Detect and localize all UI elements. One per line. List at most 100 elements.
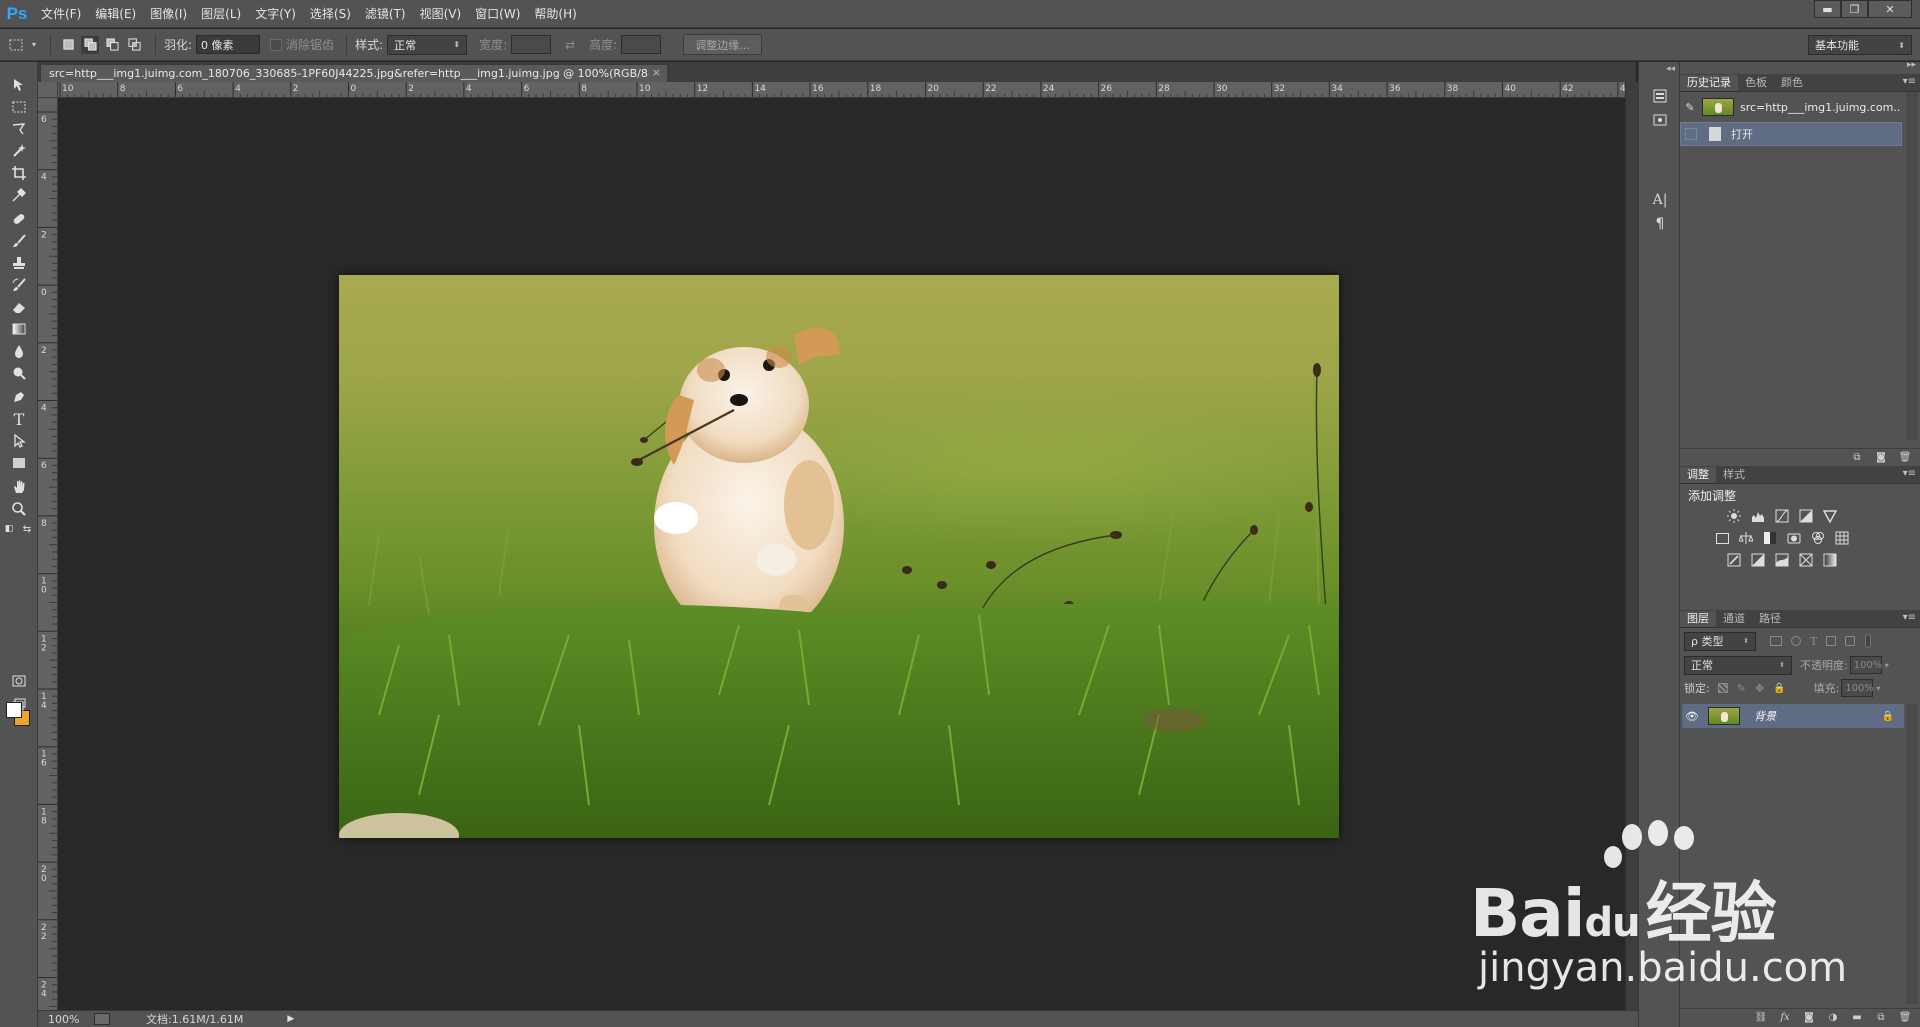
pen-tool-icon[interactable] <box>7 386 31 408</box>
close-tab-icon[interactable]: × <box>652 66 661 79</box>
history-brush-source-icon[interactable]: ✎ <box>1680 101 1700 114</box>
opacity-slider-arrow-icon[interactable]: ▾ <box>1885 661 1889 670</box>
lasso-tool-icon[interactable] <box>7 118 31 140</box>
magic-wand-tool-icon[interactable] <box>7 140 31 162</box>
lock-transparent-pixels-icon[interactable] <box>1717 683 1728 693</box>
menu-help[interactable]: 帮助(H) <box>527 0 583 28</box>
tab-paths[interactable]: 路径 <box>1752 611 1788 627</box>
photo-filter-icon[interactable] <box>1785 530 1803 546</box>
filter-pixel-layers-icon[interactable] <box>1770 636 1782 646</box>
new-layer-icon[interactable]: ⧉ <box>1874 1012 1888 1024</box>
tab-history[interactable]: 历史记录 <box>1680 75 1738 91</box>
delete-layer-icon[interactable]: 🗑 <box>1898 1012 1912 1024</box>
minimize-button[interactable]: ▬ <box>1814 0 1841 18</box>
panel-menu-icon[interactable]: ▾≡ <box>1903 468 1916 479</box>
collapse-arrows-icon[interactable]: ▸▸ <box>1907 60 1916 70</box>
menu-window[interactable]: 窗口(W) <box>468 0 527 28</box>
rectangle-tool-icon[interactable] <box>7 452 31 474</box>
link-layers-icon[interactable]: ⛓ <box>1754 1012 1768 1024</box>
swap-colors-icon[interactable]: ⇆ <box>20 522 34 536</box>
selective-color-icon[interactable] <box>1797 552 1815 568</box>
filter-adjustment-layers-icon[interactable] <box>1791 636 1801 646</box>
lock-all-icon[interactable]: 🔒 <box>1773 683 1785 694</box>
history-brush-source-box[interactable] <box>1685 128 1697 140</box>
move-tool-icon[interactable] <box>7 74 31 96</box>
add-to-selection-icon[interactable] <box>81 35 99 54</box>
menu-view[interactable]: 视图(V) <box>413 0 469 28</box>
curves-icon[interactable] <box>1773 508 1791 524</box>
menu-filter[interactable]: 滤镜(T) <box>358 0 413 28</box>
invert-icon[interactable] <box>1725 552 1743 568</box>
tab-adjustments[interactable]: 调整 <box>1680 467 1716 483</box>
vertical-ruler[interactable]: 642024681012141618202224 <box>38 98 58 1010</box>
history-snapshot[interactable]: ✎ src=http___img1.juimg.com... <box>1680 95 1902 119</box>
menu-type[interactable]: 文字(Y) <box>248 0 303 28</box>
tool-presets-panel-icon[interactable] <box>1650 110 1670 130</box>
menu-layer[interactable]: 图层(L) <box>194 0 248 28</box>
layers-scrollbar[interactable] <box>1906 704 1918 1004</box>
eraser-tool-icon[interactable] <box>7 296 31 318</box>
delete-state-icon[interactable]: 🗑 <box>1898 452 1912 464</box>
brightness-contrast-icon[interactable] <box>1725 508 1743 524</box>
document-tab[interactable]: src=http___img1.juimg.com_180706_330685-… <box>40 64 668 82</box>
character-panel-icon[interactable]: A| <box>1650 190 1670 210</box>
hand-tool-icon[interactable] <box>7 476 31 498</box>
marquee-tool-preset-icon[interactable] <box>8 36 26 54</box>
foreground-color-swatch[interactable] <box>6 702 22 718</box>
workspace-select[interactable]: 基本功能 ⬍ <box>1808 35 1912 55</box>
menu-file[interactable]: 文件(F) <box>34 0 88 28</box>
horizontal-ruler[interactable]: 10 8 6 4 2 0 2 4 6 8 10 12 14 16 18 20 22 24 26 28 30 32 34 36 3… <box>58 82 1625 98</box>
panel-menu-icon[interactable]: ▾≡ <box>1903 76 1916 87</box>
new-document-from-state-icon[interactable]: ⧉ <box>1850 452 1864 464</box>
gradient-tool-icon[interactable] <box>7 318 31 340</box>
filter-type-layers-icon[interactable]: T <box>1810 635 1817 648</box>
paragraph-panel-icon[interactable]: ¶ <box>1650 214 1670 234</box>
panel-menu-icon[interactable]: ▾≡ <box>1903 612 1916 623</box>
feather-input[interactable]: 0 像素 <box>196 35 261 54</box>
preset-dropdown-icon[interactable]: ▾ <box>30 36 38 54</box>
fill-input[interactable]: 100% <box>1841 679 1874 697</box>
layer-row-background[interactable]: 👁 背景 🔒 <box>1682 704 1904 728</box>
gradient-map-icon[interactable] <box>1821 552 1839 568</box>
healing-brush-tool-icon[interactable] <box>7 208 31 230</box>
filter-shape-layers-icon[interactable] <box>1826 636 1837 646</box>
menu-image[interactable]: 图像(I) <box>143 0 194 28</box>
tab-layers[interactable]: 图层 <box>1680 611 1716 627</box>
layer-filter-kind-select[interactable]: ρ 类型 ⬍ <box>1684 631 1756 651</box>
intersect-selection-icon[interactable] <box>125 36 143 54</box>
exposure-icon[interactable] <box>1797 508 1815 524</box>
style-select[interactable]: 正常 ⬍ <box>387 34 468 55</box>
tab-swatches[interactable]: 色板 <box>1738 75 1774 91</box>
restore-button[interactable]: ❐ <box>1841 0 1868 18</box>
history-scrollbar[interactable] <box>1906 92 1918 440</box>
new-selection-icon[interactable] <box>59 36 77 54</box>
antialias-checkbox[interactable] <box>270 38 283 51</box>
menu-edit[interactable]: 编辑(E) <box>88 0 143 28</box>
refine-edge-button[interactable]: 调整边缘... <box>683 34 762 55</box>
eyedropper-tool-icon[interactable] <box>7 184 31 206</box>
lock-image-pixels-icon[interactable]: ✎ <box>1737 682 1746 695</box>
ruler-origin[interactable] <box>38 82 58 98</box>
quick-mask-icon[interactable] <box>7 670 31 692</box>
add-mask-icon[interactable]: ◙ <box>1802 1012 1816 1024</box>
rectangular-marquee-tool-icon[interactable] <box>7 96 31 118</box>
default-colors-icon[interactable]: ◧ <box>2 522 16 536</box>
width-input[interactable] <box>511 35 552 54</box>
create-snapshot-icon[interactable]: ◙ <box>1874 452 1888 464</box>
channel-mixer-icon[interactable] <box>1809 530 1827 546</box>
subtract-from-selection-icon[interactable] <box>103 36 121 54</box>
threshold-icon[interactable] <box>1773 552 1791 568</box>
tab-channels[interactable]: 通道 <box>1716 611 1752 627</box>
layer-style-fx-icon[interactable]: fx <box>1778 1012 1792 1024</box>
fill-slider-arrow-icon[interactable]: ▾ <box>1876 684 1880 693</box>
opacity-input[interactable]: 100% <box>1849 656 1882 674</box>
levels-icon[interactable] <box>1749 508 1767 524</box>
type-tool-icon[interactable]: T <box>7 408 31 430</box>
tab-styles[interactable]: 样式 <box>1716 467 1752 483</box>
posterize-icon[interactable] <box>1749 552 1767 568</box>
color-balance-icon[interactable] <box>1737 530 1755 546</box>
new-adjustment-layer-icon[interactable]: ◑ <box>1826 1012 1840 1024</box>
properties-panel-icon[interactable] <box>1650 86 1670 106</box>
zoom-tool-icon[interactable] <box>7 498 31 520</box>
color-lookup-icon[interactable] <box>1833 530 1851 546</box>
